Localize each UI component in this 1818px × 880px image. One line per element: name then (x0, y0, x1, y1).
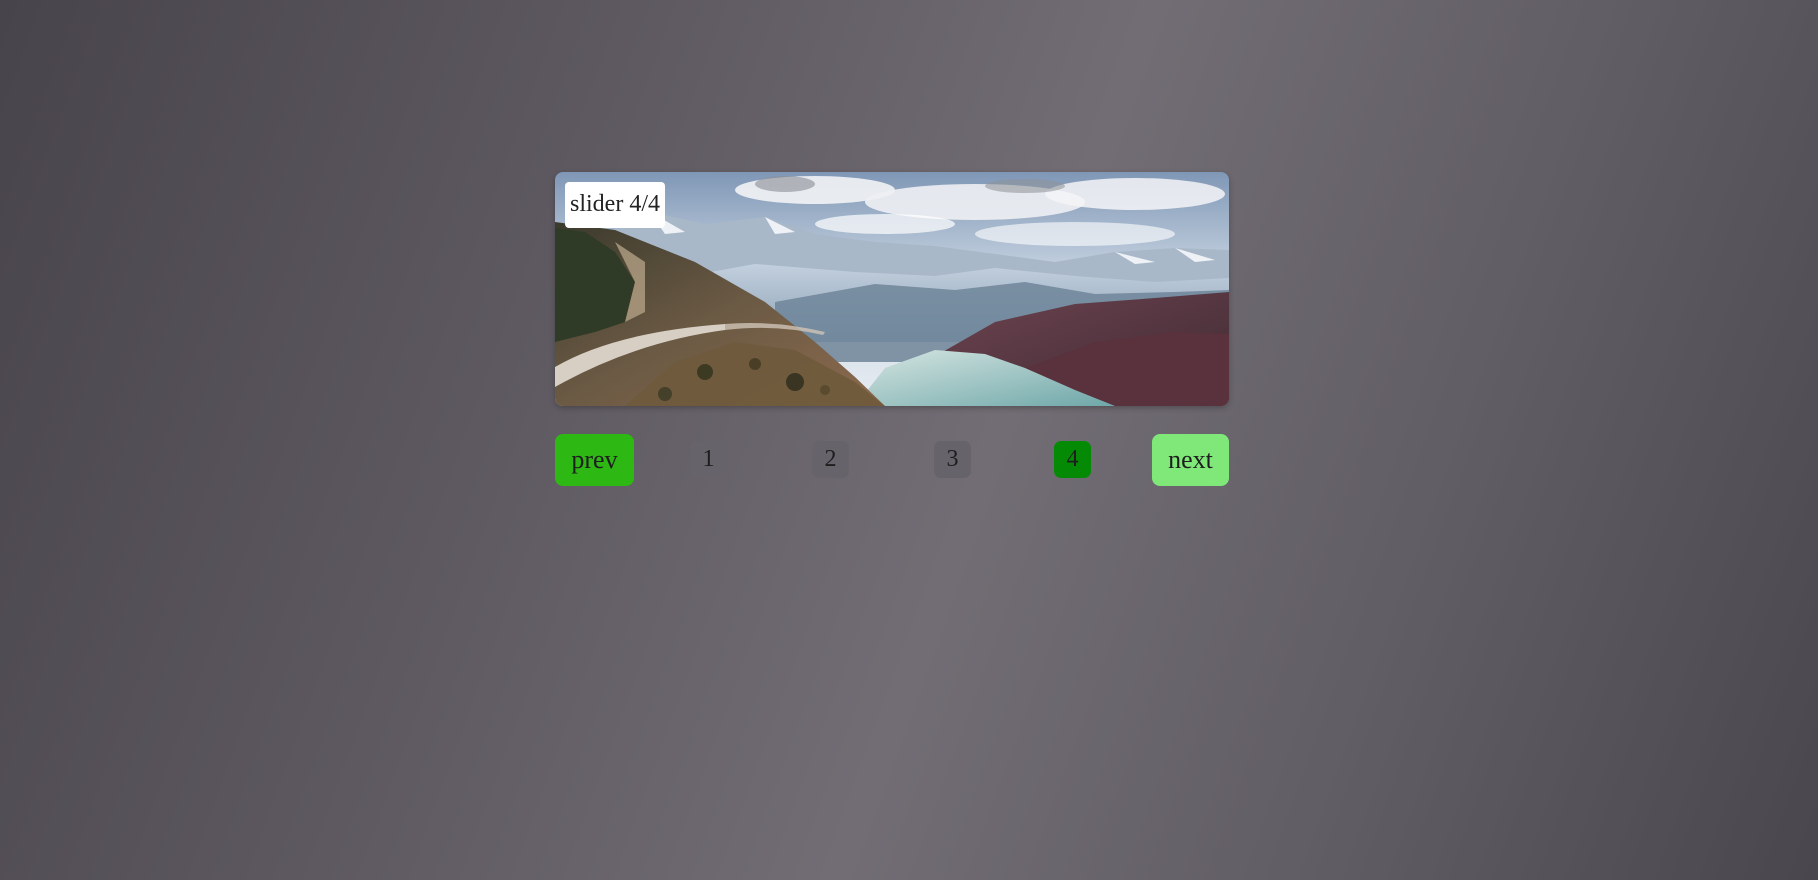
image-slider: slider 4/4 (555, 172, 1229, 406)
slide-caption: slider 4/4 (565, 182, 665, 228)
next-button[interactable]: next (1152, 434, 1229, 486)
page-dot-2[interactable]: 2 (812, 441, 849, 478)
prev-button[interactable]: prev (555, 434, 634, 486)
slider-controls: prev 1 2 3 4 next (555, 434, 1229, 486)
page-dot-1[interactable]: 1 (690, 441, 727, 478)
page-dot-4-active[interactable]: 4 (1054, 441, 1091, 478)
page-dot-3[interactable]: 3 (934, 441, 971, 478)
